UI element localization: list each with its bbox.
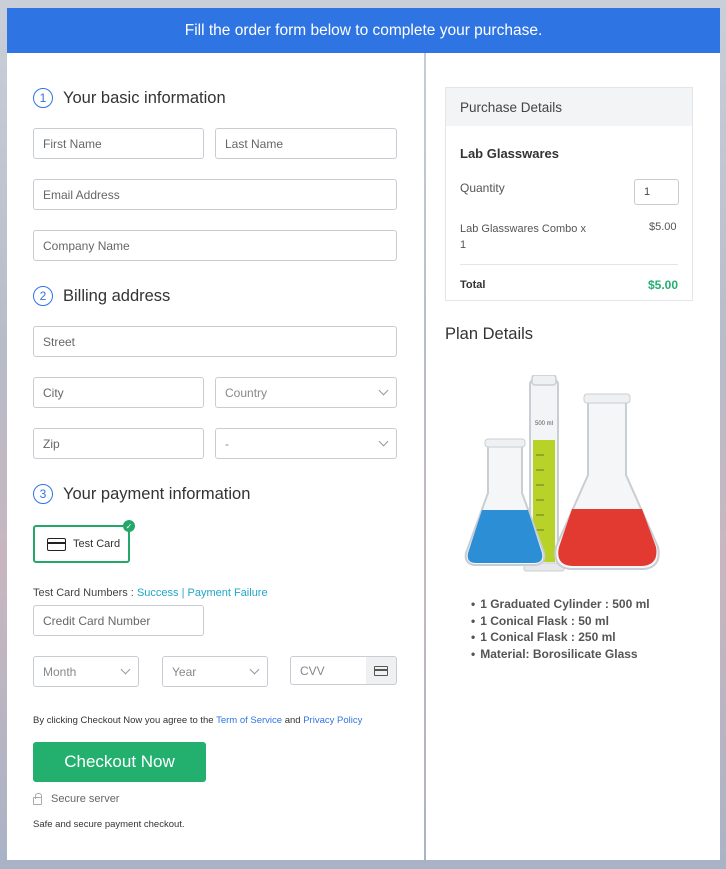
banner-text: Fill the order form below to complete yo… <box>184 21 543 39</box>
line-item-price: $5.00 <box>649 221 677 233</box>
test-numbers-label: Test Card Numbers : <box>33 587 134 599</box>
top-banner: Fill the order form below to complete yo… <box>7 8 720 53</box>
terms-of-service-link[interactable]: Term of Service <box>216 715 282 726</box>
street-placeholder: Street <box>43 334 76 349</box>
lock-icon <box>33 793 42 805</box>
summary-divider <box>460 264 678 265</box>
purchase-header-text: Purchase Details <box>460 99 563 115</box>
test-card-option[interactable]: Test Card ✓ <box>33 520 135 563</box>
line-item-qty: 1 <box>460 239 467 251</box>
privacy-policy-link[interactable]: Privacy Policy <box>303 715 362 726</box>
secure-server: Secure server <box>33 793 119 805</box>
year-value: Year <box>172 664 197 679</box>
terms-prefix: By clicking Checkout Now you agree to th… <box>33 715 214 726</box>
feature-item: 1 Conical Flask : 250 ml <box>471 629 650 646</box>
chevron-down-icon <box>120 664 131 675</box>
purchase-details-header: Purchase Details <box>446 88 692 126</box>
month-select[interactable]: Month <box>33 656 139 687</box>
large-flask-rim <box>583 393 631 404</box>
section-payment-title: 3 Your payment information <box>33 484 250 504</box>
terms-and: and <box>284 715 301 726</box>
section-title-text: Your basic information <box>63 88 226 107</box>
feature-item: 1 Graduated Cylinder : 500 ml <box>471 596 649 613</box>
success-link[interactable]: Success <box>137 587 179 599</box>
credit-card-icon <box>374 665 388 676</box>
email-placeholder: Email Address <box>43 187 120 202</box>
cvv-field[interactable]: CVV <box>290 656 367 685</box>
first-name-field[interactable]: First Name <box>33 128 204 159</box>
summary-panel: Purchase Details Lab Glasswares Quantity… <box>426 53 720 860</box>
total-label: Total <box>460 279 486 291</box>
state-value: - <box>225 436 229 451</box>
checkmark-icon: ✓ <box>123 520 135 532</box>
plan-details-title: Plan Details <box>445 325 534 343</box>
cvv-help-button[interactable] <box>366 656 397 685</box>
cvv-placeholder: CVV <box>300 663 325 678</box>
month-value: Month <box>43 664 77 679</box>
card-number-placeholder: Credit Card Number <box>43 613 151 628</box>
last-name-field[interactable]: Last Name <box>215 128 397 159</box>
step-number: 3 <box>33 484 53 504</box>
link-separator: | <box>181 587 185 599</box>
feature-item: 1 Conical Flask : 50 ml <box>471 613 650 630</box>
city-field[interactable]: City <box>33 377 204 408</box>
country-value: Country <box>225 385 268 400</box>
cylinder-label: 500 ml <box>535 421 553 427</box>
chevron-down-icon <box>378 436 389 447</box>
small-flask-rim <box>484 438 526 448</box>
state-select[interactable]: - <box>215 428 397 459</box>
payment-failure-link[interactable]: Payment Failure <box>188 587 268 599</box>
credit-card-icon <box>47 537 66 551</box>
large-flask-liquid <box>558 509 657 566</box>
step-number: 1 <box>33 88 53 108</box>
product-name: Lab Glasswares <box>460 146 559 161</box>
cylinder-rim <box>531 375 557 386</box>
section-title-text: Your payment information <box>63 484 251 503</box>
chevron-down-icon <box>378 385 389 396</box>
checkout-button-label: Checkout Now <box>64 752 175 771</box>
line-item: Lab Glasswares Combo x 1 <box>460 221 586 253</box>
company-field[interactable]: Company Name <box>33 230 397 261</box>
year-select[interactable]: Year <box>162 656 268 687</box>
zip-field[interactable]: Zip <box>33 428 204 459</box>
line-item-name: Lab Glasswares Combo x <box>460 223 586 235</box>
section-billing-title: 2 Billing address <box>33 286 170 306</box>
terms-text: By clicking Checkout Now you agree to th… <box>33 715 362 726</box>
street-field[interactable]: Street <box>33 326 397 357</box>
step-number: 2 <box>33 286 53 306</box>
city-placeholder: City <box>43 385 64 400</box>
secure-server-label: Secure server <box>51 793 120 805</box>
test-card-numbers: Test Card Numbers : Success | Payment Fa… <box>33 587 268 599</box>
section-title-text: Billing address <box>63 286 171 305</box>
feature-item: Material: Borosilicate Glass <box>471 646 650 663</box>
plan-features-list: 1 Graduated Cylinder : 500 ml 1 Conical … <box>471 596 650 663</box>
first-name-placeholder: First Name <box>43 136 102 151</box>
country-select[interactable]: Country <box>215 377 397 408</box>
quantity-value: 1 <box>644 186 651 198</box>
quantity-input[interactable]: 1 <box>634 179 679 205</box>
quantity-label: Quantity <box>460 181 505 195</box>
order-form-panel: 1 Your basic information First Name Last… <box>7 53 424 860</box>
lab-glassware-image: 500 ml <box>464 375 660 572</box>
last-name-placeholder: Last Name <box>225 136 284 151</box>
email-field[interactable]: Email Address <box>33 179 397 210</box>
card-number-field[interactable]: Credit Card Number <box>33 605 204 636</box>
secure-note: Safe and secure payment checkout. <box>33 819 185 830</box>
zip-placeholder: Zip <box>43 436 60 451</box>
section-basic-info-title: 1 Your basic information <box>33 88 226 108</box>
total-value: $5.00 <box>648 278 679 292</box>
checkout-now-button[interactable]: Checkout Now <box>33 742 206 782</box>
chevron-down-icon <box>249 664 260 675</box>
purchase-details-box: Purchase Details Lab Glasswares Quantity… <box>445 87 693 301</box>
card-option-label: Test Card <box>73 538 121 550</box>
company-placeholder: Company Name <box>43 238 130 253</box>
